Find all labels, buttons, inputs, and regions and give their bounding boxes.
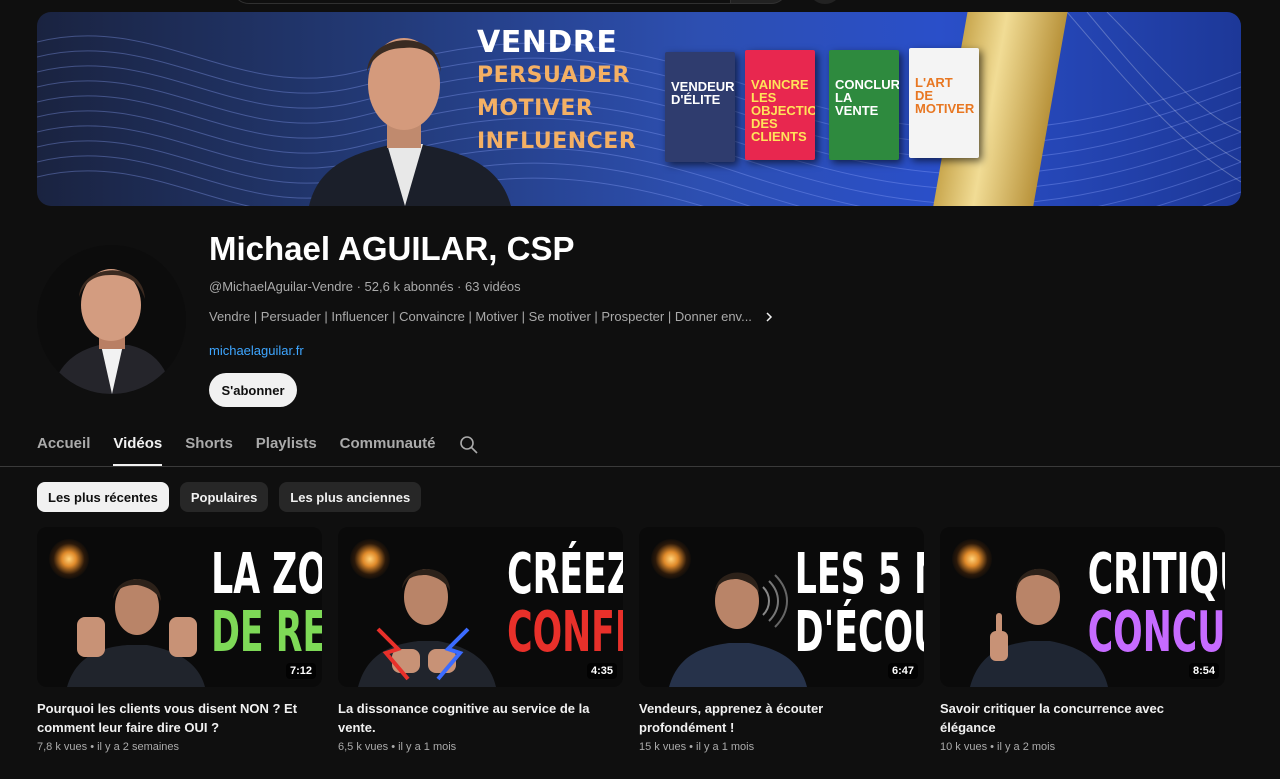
banner-book: L'ART DE MOTIVER bbox=[909, 48, 979, 158]
banner-book: CONCLURE LA VENTE bbox=[829, 50, 899, 160]
video-meta: 10 k vues • il y a 2 mois bbox=[940, 741, 1056, 753]
video-card[interactable]: CRITIQUER LA CONCURRENCE 8:54 Savoir cri… bbox=[940, 527, 1225, 753]
video-thumbnail[interactable]: CRÉEZ UN CONFLIT 4:35 bbox=[338, 527, 623, 687]
book-title: VENDEUR D'ÉLITE bbox=[671, 79, 735, 107]
thumbnail-title-line2: DE REJET bbox=[211, 600, 322, 665]
video-duration: 4:35 bbox=[586, 663, 617, 679]
video-meta: 7,8 k vues • il y a 2 semaines bbox=[37, 741, 180, 753]
video-card[interactable]: LA ZONE DE REJET 7:12 Pourquoi les clien… bbox=[37, 527, 322, 753]
tab-shorts[interactable]: Shorts bbox=[185, 432, 233, 466]
thumbnail-title-line2: D'ÉCOUTE bbox=[794, 600, 924, 665]
channel-name: Michael AGUILAR, CSP bbox=[209, 230, 575, 267]
search-button[interactable] bbox=[730, 0, 788, 4]
thumbnail-title-line1: LA ZONE bbox=[211, 542, 322, 607]
video-thumbnail[interactable]: CRITIQUER LA CONCURRENCE 8:54 bbox=[940, 527, 1225, 687]
sort-chips: Les plus récentes Populaires Les plus an… bbox=[37, 482, 432, 512]
chip-oldest[interactable]: Les plus anciennes bbox=[279, 482, 422, 512]
chevron-right-icon[interactable] bbox=[764, 311, 774, 322]
video-title[interactable]: Pourquoi les clients vous disent NON ? E… bbox=[37, 699, 312, 737]
banner-word: PERSUADER bbox=[477, 63, 630, 88]
thumbnail-title-line2: CONFLIT bbox=[507, 600, 623, 665]
video-title[interactable]: La dissonance cognitive au service de la… bbox=[338, 699, 613, 737]
thumbnail-person bbox=[67, 579, 205, 687]
avatar-image bbox=[37, 245, 186, 394]
book-title: L'ART DE MOTIVER bbox=[915, 75, 975, 116]
banner-word: INFLUENCER bbox=[477, 129, 637, 154]
chip-popular[interactable]: Populaires bbox=[179, 482, 269, 512]
video-thumbnail[interactable]: LA ZONE DE REJET 7:12 bbox=[37, 527, 322, 687]
tabs-divider bbox=[0, 466, 1280, 467]
video-meta: 15 k vues • il y a 1 mois bbox=[639, 741, 755, 753]
channel-tabs: Accueil Vidéos Shorts Playlists Communau… bbox=[37, 432, 479, 466]
thumbnail-title-line2: CONCURRENCE bbox=[1087, 600, 1225, 665]
video-title[interactable]: Savoir critiquer la concurrence avec élé… bbox=[940, 699, 1215, 737]
thumbnail-title-line1: CRÉEZ UN bbox=[507, 542, 623, 607]
video-title[interactable]: Vendeurs, apprenez à écouter profondémen… bbox=[639, 699, 914, 737]
video-thumbnail[interactable]: LES 5 NIVEAUX D'ÉCOUTE 6:47 bbox=[639, 527, 924, 687]
tab-accueil[interactable]: Accueil bbox=[37, 432, 90, 466]
tab-videos[interactable]: Vidéos bbox=[113, 432, 162, 466]
tab-communaute[interactable]: Communauté bbox=[340, 432, 436, 466]
video-duration: 7:12 bbox=[285, 663, 316, 679]
thumbnail-title-line1: LES 5 NIVEAUX bbox=[794, 542, 924, 607]
voice-search-button[interactable] bbox=[808, 0, 842, 4]
banner-book: VAINCRE LES OBJECTIONS DES CLIENTS bbox=[745, 50, 815, 160]
channel-description[interactable]: Vendre | Persuader | Influencer | Convai… bbox=[209, 309, 774, 324]
channel-avatar[interactable] bbox=[37, 245, 186, 394]
chip-latest[interactable]: Les plus récentes bbox=[37, 482, 169, 512]
channel-link[interactable]: michaelaguilar.fr bbox=[209, 343, 304, 358]
thumbnail-title-line1: CRITIQUER LA bbox=[1087, 542, 1225, 607]
book-title: CONCLURE LA VENTE bbox=[835, 77, 899, 118]
channel-banner: VENDRE PERSUADER MOTIVER INFLUENCER VEND… bbox=[37, 12, 1241, 206]
channel-meta: @MichaelAguilar-Vendre · 52,6 k abonnés … bbox=[209, 279, 521, 294]
banner-word: MOTIVER bbox=[477, 96, 594, 121]
banner-word: VENDRE bbox=[477, 25, 618, 60]
channel-description-text: Vendre | Persuader | Influencer | Convai… bbox=[209, 309, 752, 324]
subscribe-button[interactable]: S'abonner bbox=[209, 373, 297, 407]
video-card[interactable]: CRÉEZ UN CONFLIT 4:35 La dissonance cogn… bbox=[338, 527, 623, 753]
video-duration: 8:54 bbox=[1188, 663, 1219, 679]
banner-book: VENDEUR D'ÉLITE bbox=[665, 52, 735, 162]
video-meta: 6,5 k vues • il y a 1 mois bbox=[338, 741, 457, 753]
search-icon[interactable] bbox=[459, 435, 479, 455]
masthead bbox=[0, 0, 1280, 12]
video-duration: 6:47 bbox=[887, 663, 918, 679]
video-card[interactable]: LES 5 NIVEAUX D'ÉCOUTE 6:47 Vendeurs, ap… bbox=[639, 527, 924, 753]
thumbnail-person bbox=[669, 572, 807, 687]
tab-playlists[interactable]: Playlists bbox=[256, 432, 317, 466]
search-box[interactable] bbox=[232, 0, 788, 4]
thumbnail-person bbox=[358, 569, 496, 687]
banner-slogan: VENDRE PERSUADER MOTIVER INFLUENCER bbox=[477, 26, 697, 158]
book-title: VAINCRE LES OBJECTIONS DES CLIENTS bbox=[751, 77, 815, 144]
